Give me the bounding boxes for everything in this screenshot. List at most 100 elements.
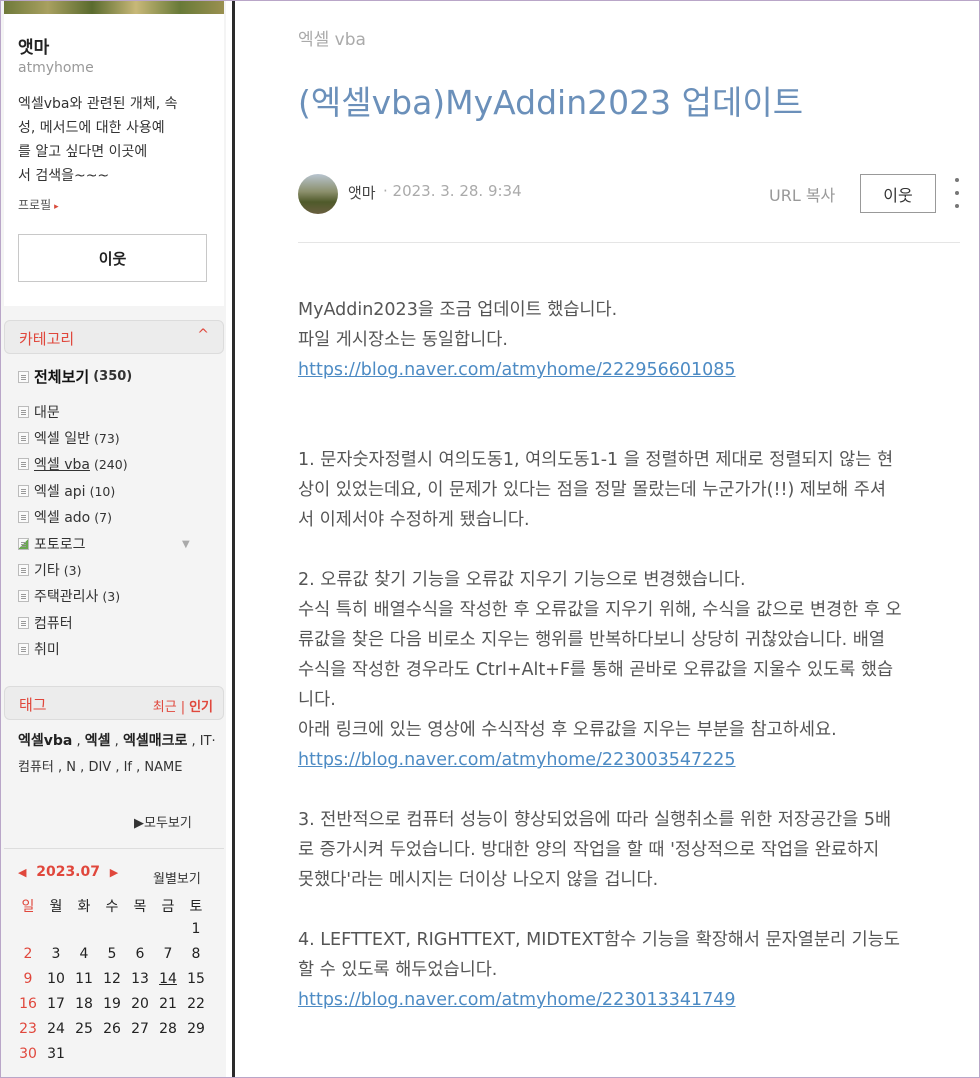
tag-tab-recent[interactable]: 최근 — [153, 700, 177, 715]
tag-link[interactable]: If — [124, 760, 132, 775]
calendar-day — [154, 921, 182, 946]
calendar-week: 30 31 — [14, 1046, 210, 1071]
calendar-day: 15 — [187, 971, 205, 987]
post-title: (엑셀vba)MyAddin2023 업데이트 — [298, 83, 804, 122]
calendar-day: 28 — [159, 1021, 177, 1037]
calendar-week: 23 24 25 26 27 28 29 — [14, 1021, 210, 1046]
category-item[interactable]: 주택관리사 (3) — [18, 586, 120, 606]
more-options-icon[interactable] — [952, 178, 962, 208]
calendar-day — [70, 1046, 98, 1071]
url-copy-button[interactable]: URL 복사 — [769, 182, 835, 206]
category-item[interactable]: 포토로그 ▼ — [18, 534, 190, 554]
calendar-day: 19 — [103, 996, 121, 1012]
category-item[interactable]: 기타 (3) — [18, 560, 81, 580]
text-line: 로 증가시켜 두었습니다. 방대한 양의 작업을 할 때 '정상적으로 작업을 … — [298, 840, 880, 860]
weekday-label: 목 — [133, 899, 147, 915]
category-item-selected[interactable]: 엑셀 vba (240) — [18, 454, 128, 474]
paragraph: 1. 문자숫자정렬시 여의도동1, 여의도동1-1 을 정렬하면 제대로 정렬되… — [298, 445, 962, 535]
post-list-icon — [18, 406, 29, 418]
calendar-day: 22 — [187, 996, 205, 1012]
category-count: (10) — [89, 483, 116, 499]
category-label: 엑셀 일반 — [34, 431, 90, 447]
calendar-day — [126, 1046, 154, 1071]
neighbor-button[interactable]: 이웃 — [860, 174, 936, 213]
calendar-day: 30 — [19, 1046, 37, 1062]
text-line: 파일 게시장소는 동일합니다. — [298, 330, 508, 350]
post-link[interactable]: https://blog.naver.com/atmyhome/22301334… — [298, 990, 736, 1010]
text-line: 수식 특히 배열수식을 작성한 후 오류값을 지우기 위해, 수식을 값으로 변… — [298, 600, 902, 620]
category-all-label: 전체보기 — [34, 368, 90, 386]
author-name[interactable]: 앳마 — [348, 182, 376, 203]
category-item[interactable]: 엑셀 일반 (73) — [18, 428, 120, 448]
post-link[interactable]: https://blog.naver.com/atmyhome/22300354… — [298, 750, 736, 770]
calendar-day: 11 — [75, 971, 93, 987]
calendar-day: 2 — [23, 946, 33, 962]
next-month-icon[interactable]: ▶ — [110, 866, 118, 879]
calendar-day: 27 — [131, 1021, 149, 1037]
category-header[interactable]: 카테고리 ^ — [4, 320, 224, 354]
text-line: 4. LEFTTEXT, RIGHTTEXT, MIDTEXT함수 기능을 확장… — [298, 930, 900, 950]
text-line: 2. 오류값 찾기 기능을 오류값 지우기 기능으로 변경했습니다. — [298, 570, 746, 590]
calendar-day — [70, 921, 98, 946]
profile-link[interactable]: 프로필 ▸ — [18, 196, 59, 213]
category-item[interactable]: 엑셀 ado (7) — [18, 507, 112, 527]
category-item[interactable]: 엑셀 api (10) — [18, 481, 115, 501]
calendar-day: 25 — [75, 1021, 93, 1037]
calendar-day: 3 — [51, 946, 61, 962]
photo-icon — [18, 538, 29, 550]
post-list-icon — [18, 458, 29, 470]
tag-link[interactable]: DIV — [88, 760, 111, 775]
expand-triangle-icon[interactable]: ▼ — [182, 539, 190, 550]
sidebar-neighbor-button[interactable]: 이웃 — [18, 234, 207, 282]
post-list-icon — [18, 370, 29, 383]
weekday-label: 토 — [189, 899, 203, 915]
post-list-icon — [18, 432, 29, 444]
category-label: 대문 — [34, 405, 60, 421]
post-category[interactable]: 엑셀 vba — [298, 25, 366, 50]
calendar-day: 18 — [75, 996, 93, 1012]
post-body: MyAddin2023을 조금 업데이트 했습니다. 파일 게시장소는 동일합니… — [298, 295, 962, 1045]
collapse-caret-icon[interactable]: ^ — [197, 327, 209, 343]
category-label: 엑셀 ado — [34, 510, 91, 526]
profile-link-label[interactable]: 프로필 — [18, 198, 51, 212]
prev-month-icon[interactable]: ◀ — [18, 866, 26, 879]
calendar-day[interactable]: 14 — [154, 971, 182, 996]
calendar-day: 20 — [131, 996, 149, 1012]
category-item[interactable]: 컴퓨터 — [18, 613, 77, 633]
calendar-day: 1 — [191, 921, 201, 937]
text-line: 수식을 작성한 경우라도 Ctrl+Alt+F를 통해 곧바로 오류값을 지울수… — [298, 660, 894, 680]
monthly-view-link[interactable]: 월별보기 — [153, 868, 201, 887]
calendar-day: 9 — [23, 971, 33, 987]
calendar-grid: 일 월 화 수 목 금 토 1 2 3 4 5 6 7 8 9 10 11 12 13 14 15 16 17 18 19 20 21… — [14, 896, 210, 1071]
tag-link[interactable]: 엑셀vba — [18, 733, 72, 749]
weekday-label: 월 — [49, 899, 63, 915]
calendar-day: 16 — [19, 996, 37, 1012]
calendar-day: 21 — [159, 996, 177, 1012]
category-item-all[interactable]: 전체보기 (350) — [18, 366, 132, 387]
profile-name[interactable]: 앳마 — [18, 33, 49, 58]
tag-tab-popular[interactable]: 인기 — [189, 700, 213, 715]
calendar-week: 16 17 18 19 20 21 22 — [14, 996, 210, 1021]
category-item[interactable]: 취미 — [18, 639, 64, 659]
text-line: 1. 문자숫자정렬시 여의도동1, 여의도동1-1 을 정렬하면 제대로 정렬되… — [298, 450, 894, 470]
tag-link[interactable]: 엑셀 — [85, 733, 111, 749]
category-label: 포토로그 — [34, 537, 86, 553]
calendar-week: 9 10 11 12 13 14 15 — [14, 971, 210, 996]
calendar-day: 13 — [131, 971, 149, 987]
text-line: MyAddin2023을 조금 업데이트 했습니다. — [298, 300, 618, 320]
category-count: (73) — [93, 430, 120, 446]
category-count: (240) — [93, 456, 128, 472]
text-line: 할 수 있도록 해두었습니다. — [298, 960, 498, 980]
tag-view-all-link[interactable]: ▶모두보기 — [134, 812, 192, 831]
post-date: · 2023. 3. 28. 9:34 — [383, 182, 522, 200]
tag-link[interactable]: N — [66, 760, 76, 775]
tag-link[interactable]: 엑셀매크로 — [123, 733, 187, 749]
avatar[interactable] — [298, 174, 338, 214]
profile-photo[interactable] — [4, 0, 224, 14]
calendar-day: 24 — [47, 1021, 65, 1037]
tag-link[interactable]: NAME — [144, 760, 182, 775]
category-item[interactable]: 대문 — [18, 402, 64, 422]
post-link[interactable]: https://blog.naver.com/atmyhome/22295660… — [298, 360, 736, 380]
post-list-icon — [18, 617, 29, 629]
post-list-icon — [18, 564, 29, 576]
